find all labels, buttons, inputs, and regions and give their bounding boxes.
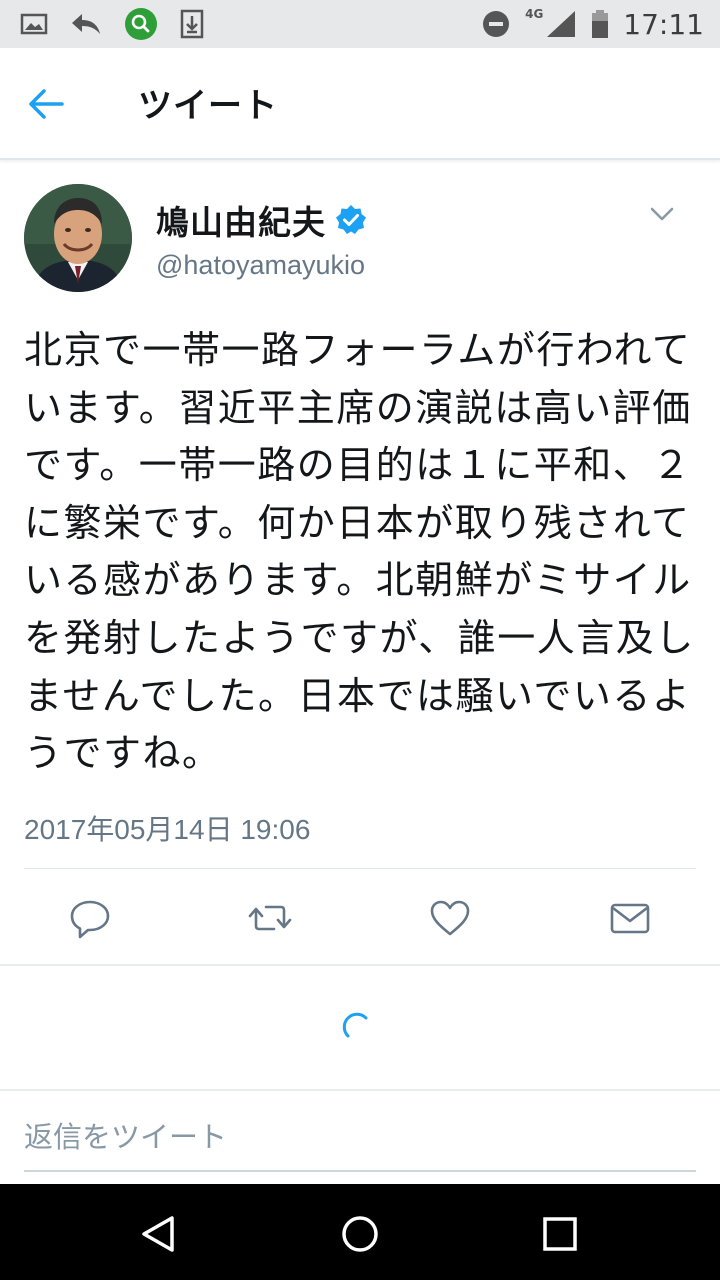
author-name-row[interactable]: 鳩山由紀夫 <box>156 196 368 244</box>
app-bar: ツイート <box>0 48 720 160</box>
retweet-icon[interactable] <box>248 896 292 940</box>
author-name: 鳩山由紀夫 <box>156 203 326 242</box>
image-icon <box>20 13 48 35</box>
status-bar: 4G 17:11 <box>0 0 720 48</box>
do-not-disturb-icon <box>483 11 510 37</box>
like-icon[interactable] <box>428 896 472 940</box>
status-time: 17:11 <box>623 7 704 41</box>
network-type: 4G <box>525 7 544 21</box>
battery-icon <box>592 10 609 38</box>
download-icon <box>180 9 204 39</box>
search-app-icon <box>125 8 157 40</box>
direct-message-icon[interactable] <box>608 896 652 940</box>
tweet-actions <box>0 870 720 964</box>
page-title: ツイート <box>138 86 278 126</box>
divider <box>24 868 696 869</box>
divider <box>0 1089 720 1091</box>
nav-back-icon[interactable] <box>138 1212 182 1256</box>
tweet-text: 北京で一帯一路フォーラムが行われています。習近平主席の演説は高い評価です。一帯一… <box>24 328 695 776</box>
avatar[interactable] <box>24 184 132 292</box>
verified-badge-icon <box>336 205 366 234</box>
reply-arrow-icon <box>72 14 100 34</box>
navigation-bar <box>0 1184 720 1280</box>
nav-home-icon[interactable] <box>338 1212 382 1256</box>
back-arrow-icon[interactable] <box>24 84 68 124</box>
divider <box>0 964 720 966</box>
status-right-icons: 4G 17:11 <box>481 6 704 42</box>
reply-input[interactable] <box>24 1110 696 1172</box>
status-left-icons <box>20 8 204 40</box>
reply-icon[interactable] <box>68 896 112 940</box>
author-handle[interactable]: @hatoyamayukio <box>156 250 365 281</box>
tweet-timestamp: 2017年05月14日 19:06 <box>24 814 311 845</box>
signal-icon <box>547 11 576 37</box>
loading-spinner-icon <box>342 1012 368 1038</box>
chevron-down-icon[interactable] <box>646 200 678 228</box>
nav-recents-icon[interactable] <box>538 1212 582 1256</box>
